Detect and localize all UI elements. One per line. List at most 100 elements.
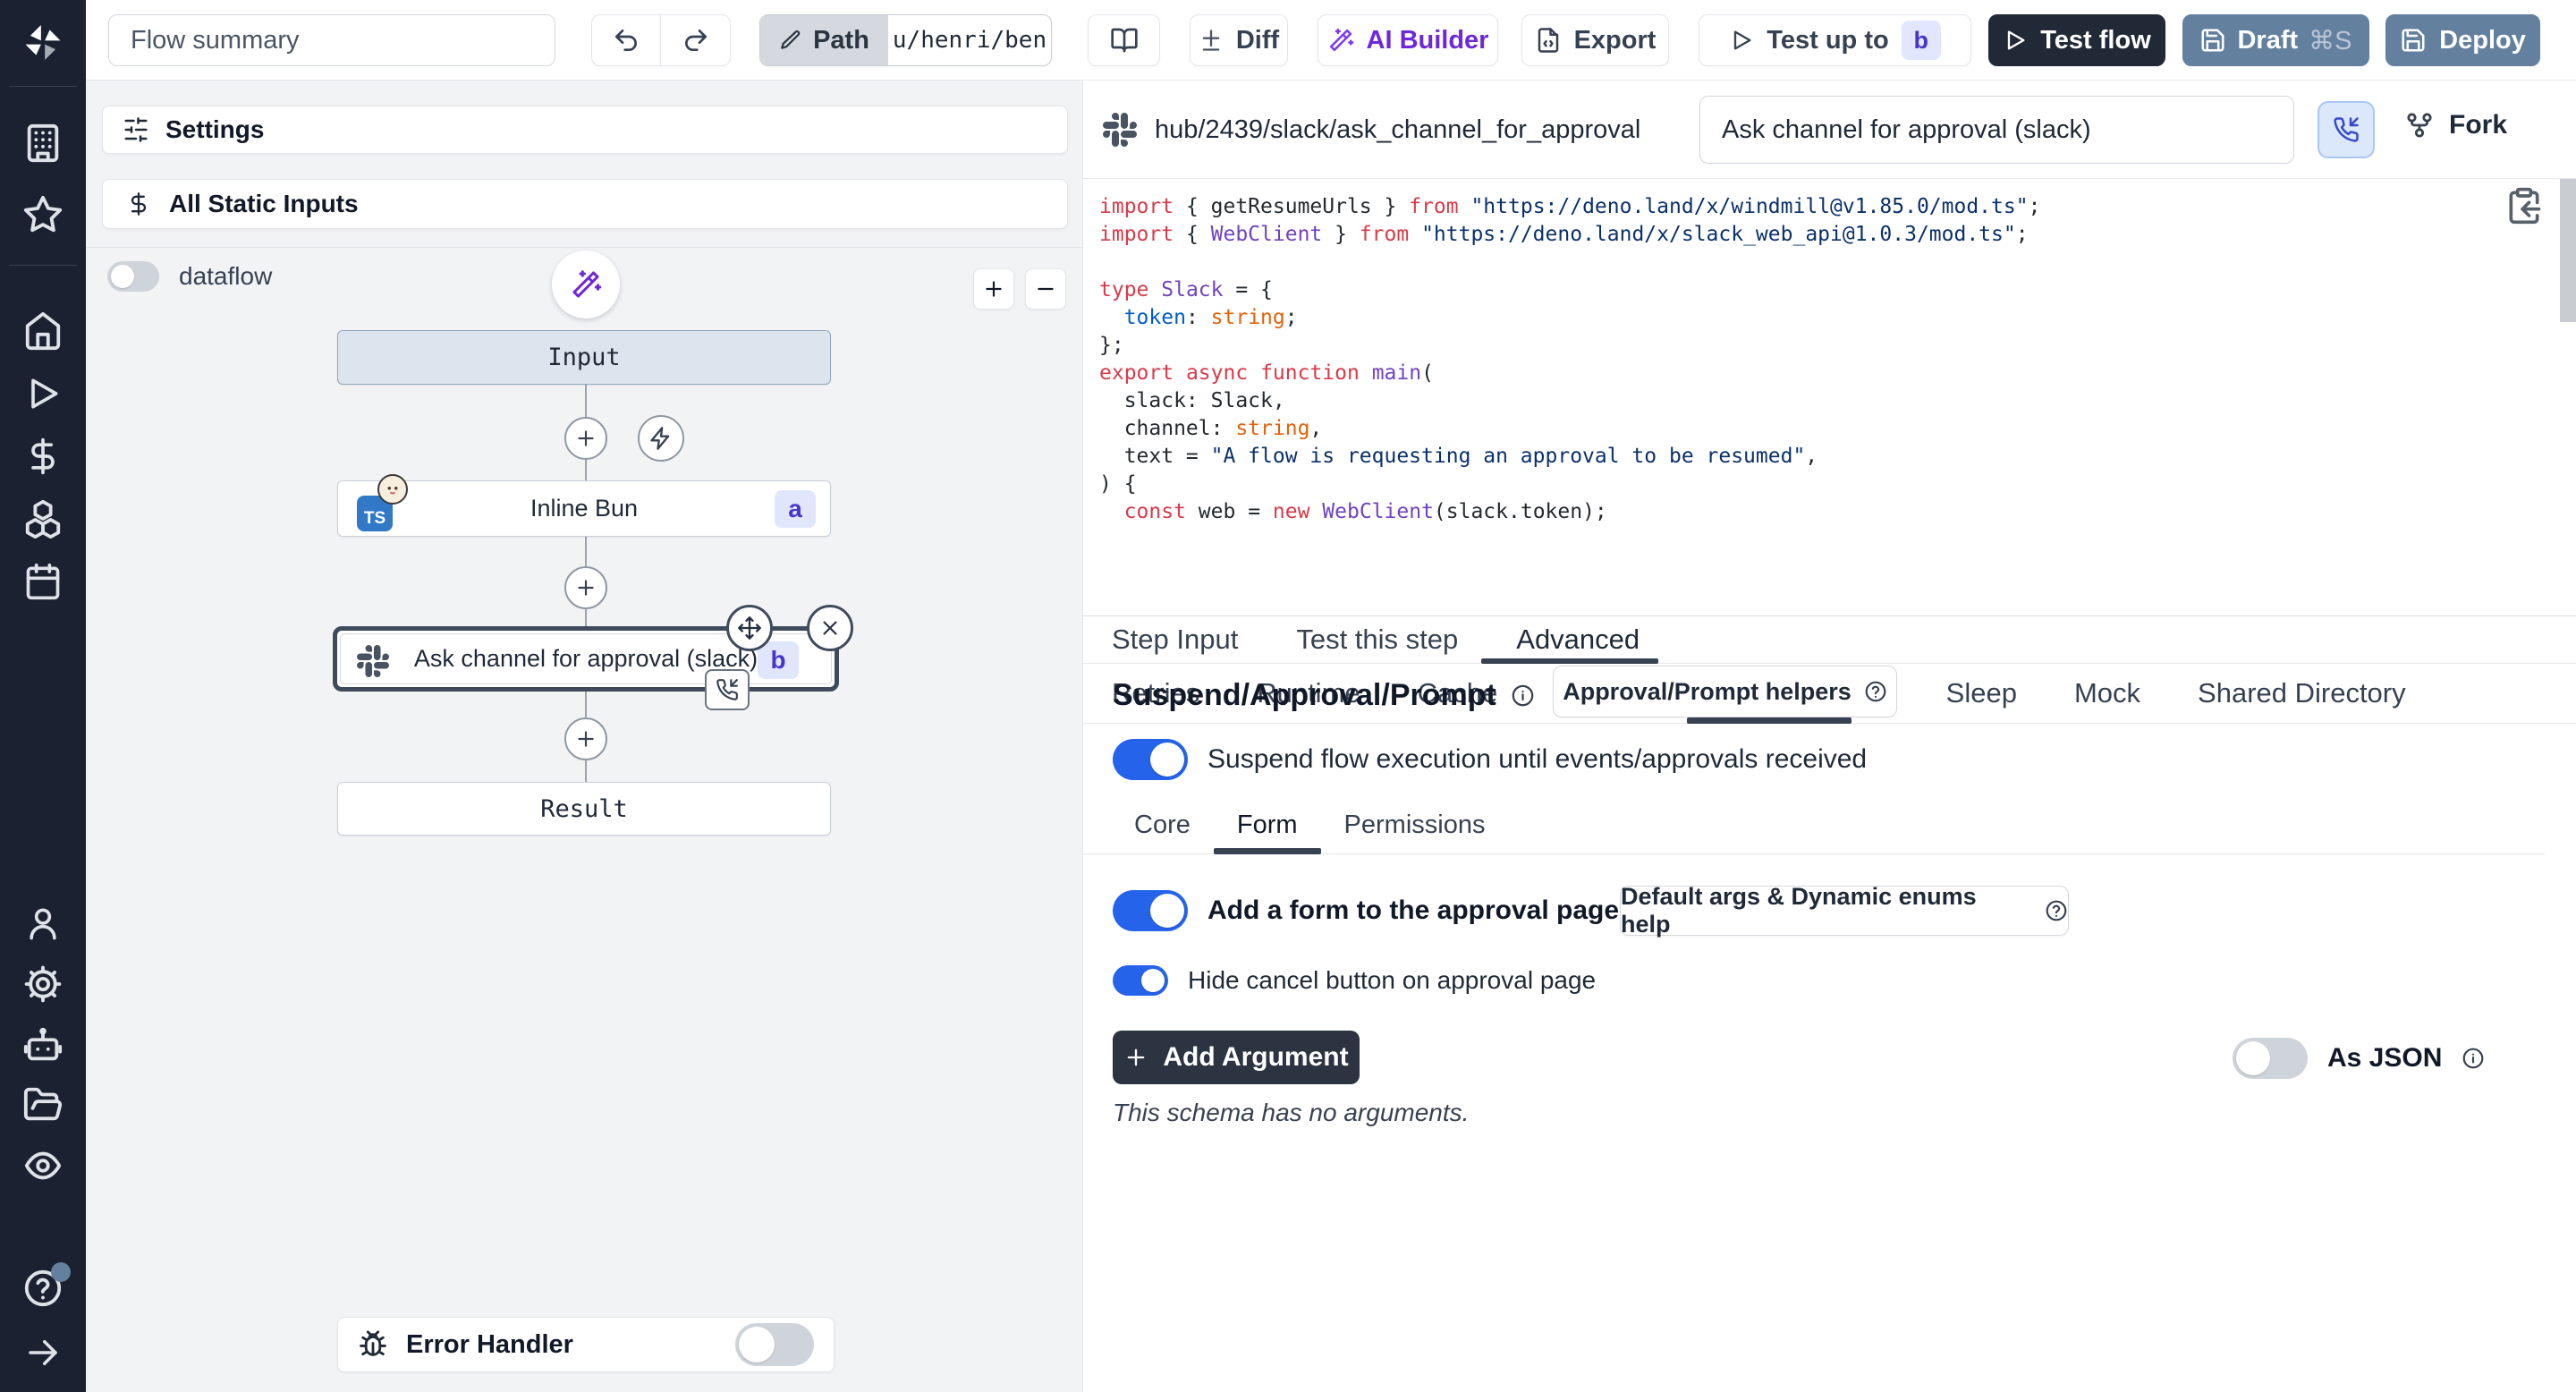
tab-core[interactable]: Core: [1134, 811, 1191, 840]
wand-sparkles-icon: [570, 268, 602, 301]
diff-button[interactable]: Diff: [1190, 14, 1288, 66]
bug-icon: [358, 1329, 388, 1360]
add-step-button[interactable]: [564, 566, 607, 609]
deploy-button[interactable]: Deploy: [2385, 14, 2540, 66]
inline-bun-node[interactable]: TS Inline Bun a: [337, 480, 831, 537]
favorites-star-icon[interactable]: [22, 194, 64, 235]
info-icon[interactable]: [1511, 683, 1535, 708]
hub-path[interactable]: hub/2439/slack/ask_channel_for_approval: [1155, 115, 1640, 145]
error-handler-label: Error Handler: [406, 1330, 573, 1360]
test-up-to-button[interactable]: Test up to b: [1699, 14, 1971, 66]
draft-button[interactable]: Draft ⌘S: [2182, 14, 2369, 66]
step-name-input[interactable]: Ask channel for approval (slack): [1699, 96, 2294, 164]
step-id-badge: b: [758, 641, 799, 679]
suspend-heading-row: Suspend/Approval/Prompt: [1113, 678, 1535, 713]
input-node[interactable]: Input: [337, 330, 831, 385]
default-args-help-button[interactable]: Default args & Dynamic enums help: [1620, 886, 2069, 936]
windmill-logo-icon[interactable]: [20, 20, 66, 71]
users-icon[interactable]: [23, 904, 63, 943]
step-header: hub/2439/slack/ask_channel_for_approval …: [1083, 81, 2576, 179]
as-json-toggle[interactable]: [2233, 1038, 2308, 1079]
ai-flow-wand-button[interactable]: [552, 250, 620, 318]
workspace-icon[interactable]: [22, 123, 64, 164]
undo-icon: [612, 26, 640, 55]
as-json-label: As JSON: [2327, 1043, 2442, 1074]
add-step-button[interactable]: [564, 717, 607, 760]
code-scrollbar[interactable]: [2560, 179, 2576, 322]
approval-helpers-button[interactable]: Approval/Prompt helpers: [1553, 666, 1897, 717]
copy-code-button[interactable]: [2504, 186, 2544, 225]
tab-form[interactable]: Form: [1237, 811, 1298, 840]
code-editor[interactable]: import { getResumeUrls } from "https://d…: [1083, 179, 2576, 616]
runs-icon[interactable]: [23, 374, 63, 413]
export-button[interactable]: Export: [1521, 14, 1669, 66]
add-form-toggle[interactable]: [1113, 890, 1188, 931]
folders-icon[interactable]: [22, 1084, 64, 1125]
suspend-inner-tabs: Core Form Permissions: [1083, 796, 2545, 854]
help-icon[interactable]: [22, 1268, 64, 1309]
flow-settings-button[interactable]: Settings: [102, 106, 1068, 154]
delete-node-button[interactable]: [807, 605, 853, 651]
all-static-inputs-button[interactable]: All Static Inputs: [102, 179, 1068, 229]
path-value[interactable]: u/henri/ben: [888, 15, 1051, 65]
test-up-to-label: Test up to: [1767, 26, 1888, 55]
resources-icon[interactable]: [22, 498, 64, 539]
suspend-toggle[interactable]: [1113, 739, 1188, 780]
path-button[interactable]: Path: [760, 15, 888, 65]
move-node-button[interactable]: [726, 605, 773, 651]
expand-sidebar-arrow-icon[interactable]: [24, 1334, 62, 1371]
plus-icon: [982, 277, 1005, 301]
error-handler-toggle[interactable]: [735, 1323, 814, 1366]
fork-button[interactable]: Fork: [2404, 110, 2507, 140]
ai-builder-button[interactable]: AI Builder: [1318, 14, 1498, 66]
subtab-sleep[interactable]: Sleep: [1946, 677, 2017, 709]
sidebar-divider: [9, 86, 77, 87]
suspend-toggle-label: Suspend flow execution until events/appr…: [1208, 744, 1867, 775]
audit-eye-icon[interactable]: [22, 1145, 64, 1186]
all-static-inputs-label: All Static Inputs: [169, 190, 359, 218]
suspend-phone-badge[interactable]: [705, 669, 750, 710]
workers-robot-icon[interactable]: [22, 1024, 64, 1065]
info-icon[interactable]: [2462, 1047, 2485, 1070]
flow-summary-value: Flow summary: [131, 26, 300, 55]
save-icon: [2199, 27, 2226, 54]
tab-step-input[interactable]: Step Input: [1112, 624, 1238, 656]
test-flow-button[interactable]: Test flow: [1988, 14, 2165, 66]
test-up-to-step-badge: b: [1902, 21, 1941, 60]
fork-label: Fork: [2449, 110, 2507, 140]
tab-advanced[interactable]: Advanced: [1516, 624, 1640, 656]
subtab-shared-directory[interactable]: Shared Directory: [2198, 677, 2406, 709]
redo-button[interactable]: [661, 15, 730, 65]
tab-test-this-step[interactable]: Test this step: [1296, 624, 1458, 656]
ai-builder-label: AI Builder: [1367, 26, 1489, 55]
export-label: Export: [1574, 26, 1657, 55]
empty-schema-text: This schema has no arguments.: [1113, 1099, 1469, 1127]
suspend-phone-button[interactable]: [2318, 101, 2375, 158]
plus-icon: [574, 427, 597, 450]
zoom-in-button[interactable]: [973, 268, 1014, 310]
variables-icon[interactable]: [23, 437, 63, 476]
subtab-mock[interactable]: Mock: [2074, 677, 2140, 709]
add-trigger-button[interactable]: [638, 415, 684, 462]
toolbar: Flow summary Path u/henri/ben Diff AI Bu…: [86, 0, 2576, 81]
schedules-icon[interactable]: [23, 562, 63, 601]
add-argument-button[interactable]: Add Argument: [1113, 1031, 1360, 1084]
active-inner-tab-underline: [1214, 848, 1321, 854]
result-node[interactable]: Result: [337, 782, 831, 836]
hide-cancel-toggle[interactable]: [1113, 965, 1168, 996]
docs-button[interactable]: [1088, 14, 1160, 66]
add-step-button[interactable]: [564, 417, 607, 460]
settings-gear-icon[interactable]: [22, 963, 64, 1005]
wand-sparkles-icon: [1327, 27, 1354, 54]
flow-graph-panel: Settings All Static Inputs dataflow Inpu…: [86, 81, 1083, 1392]
plus-icon: [1123, 1045, 1148, 1070]
flow-summary-input[interactable]: Flow summary: [108, 14, 555, 66]
deploy-label: Deploy: [2439, 26, 2526, 55]
slack-icon: [1103, 113, 1137, 147]
zoom-out-button[interactable]: [1025, 268, 1066, 310]
tab-permissions[interactable]: Permissions: [1344, 811, 1486, 840]
home-icon[interactable]: [22, 310, 64, 352]
undo-button[interactable]: [592, 15, 661, 65]
hide-cancel-label: Hide cancel button on approval page: [1188, 966, 1596, 995]
dataflow-toggle[interactable]: [107, 261, 159, 292]
